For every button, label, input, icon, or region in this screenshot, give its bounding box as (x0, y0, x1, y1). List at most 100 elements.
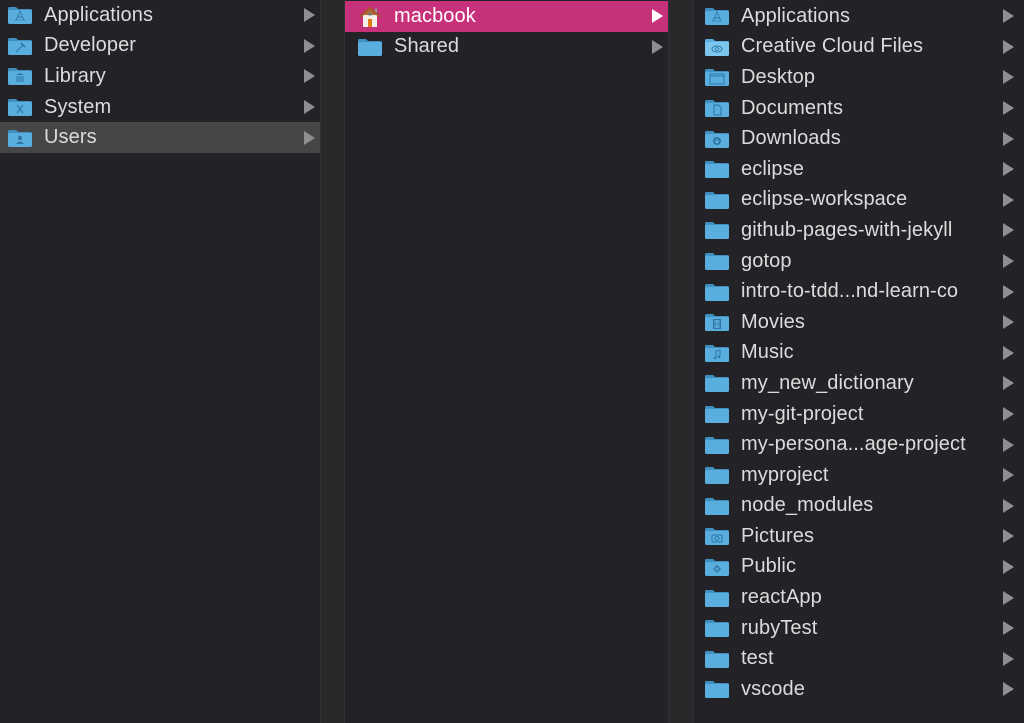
pictures-folder-icon (704, 526, 730, 546)
item-label: my-persona...age-project (741, 433, 966, 456)
column-users-list: macbook Shared (345, 0, 668, 62)
item-label: macbook (394, 4, 476, 27)
item-label: intro-to-tdd...nd-learn-co (741, 280, 959, 303)
item-label: Shared (394, 35, 460, 58)
item-label: my-git-project (741, 402, 864, 425)
disclosure-arrow-icon (304, 130, 315, 145)
item-label: test (741, 647, 774, 670)
item-label: rubyTest (741, 616, 818, 639)
system-folder-icon (7, 97, 33, 117)
item-label: Music (741, 341, 794, 364)
disclosure-arrow-icon (304, 38, 315, 53)
item-label: eclipse-workspace (741, 188, 908, 211)
folder-icon (704, 251, 730, 271)
item-label: vscode (741, 677, 805, 700)
developer-folder-icon (7, 36, 33, 56)
item-label: Pictures (741, 524, 815, 547)
list-item[interactable]: node_modules (694, 491, 1024, 522)
list-item[interactable]: myproject (694, 460, 1024, 491)
list-item[interactable]: Applications (0, 0, 320, 31)
list-item[interactable]: Library (0, 61, 320, 92)
column-macbook[interactable]: Applications Creative Cloud Files Deskto… (694, 0, 1024, 723)
list-item[interactable]: Downloads (694, 123, 1024, 154)
list-item[interactable]: github-pages-with-jekyll (694, 215, 1024, 246)
folder-icon (357, 37, 383, 57)
list-item[interactable]: my-git-project (694, 399, 1024, 430)
library-folder-icon (7, 66, 33, 86)
disclosure-arrow-icon (1003, 101, 1014, 116)
item-label: myproject (741, 463, 829, 486)
column-users[interactable]: macbook Shared (345, 0, 668, 723)
list-item[interactable]: reactApp (694, 582, 1024, 613)
disclosure-arrow-icon (1003, 70, 1014, 85)
list-item[interactable]: Creative Cloud Files (694, 32, 1024, 63)
list-item[interactable]: Documents (694, 93, 1024, 124)
item-label: Developer (44, 34, 137, 57)
music-folder-icon (704, 343, 730, 363)
desktop-folder-icon (704, 67, 730, 87)
column-resize-handle[interactable] (668, 0, 694, 723)
list-item[interactable]: Music (694, 338, 1024, 369)
list-item[interactable]: Applications (694, 1, 1024, 32)
disclosure-arrow-icon (1003, 254, 1014, 269)
item-label: node_modules (741, 494, 874, 517)
list-item[interactable]: Pictures (694, 521, 1024, 552)
column-root[interactable]: Applications Developer Library System Us… (0, 0, 320, 723)
item-label: Public (741, 555, 797, 578)
item-label: Documents (741, 96, 844, 119)
disclosure-arrow-icon (1003, 315, 1014, 330)
list-item[interactable]: Developer (0, 31, 320, 62)
item-label: Downloads (741, 127, 841, 150)
item-label: reactApp (741, 586, 822, 609)
list-item[interactable]: rubyTest (694, 613, 1024, 644)
documents-folder-icon (704, 98, 730, 118)
item-label: Users (44, 126, 97, 149)
list-item[interactable]: macbook (345, 1, 668, 32)
disclosure-arrow-icon (304, 69, 315, 84)
folder-icon (704, 435, 730, 455)
list-item[interactable]: vscode (694, 674, 1024, 705)
list-item[interactable]: Desktop (694, 62, 1024, 93)
item-label: Desktop (741, 65, 816, 88)
list-item[interactable]: Movies (694, 307, 1024, 338)
disclosure-arrow-icon (1003, 407, 1014, 422)
list-item[interactable]: my-persona...age-project (694, 429, 1024, 460)
disclosure-arrow-icon (1003, 621, 1014, 636)
item-label: Creative Cloud Files (741, 35, 924, 58)
disclosure-arrow-icon (1003, 223, 1014, 238)
users-folder-icon (7, 128, 33, 148)
disclosure-arrow-icon (1003, 284, 1014, 299)
list-item[interactable]: eclipse-workspace (694, 185, 1024, 216)
list-item[interactable]: eclipse (694, 154, 1024, 185)
item-label: github-pages-with-jekyll (741, 218, 953, 241)
column-root-list: Applications Developer Library System Us… (0, 0, 320, 153)
disclosure-arrow-icon (304, 8, 315, 23)
creative-cloud-folder-icon (704, 37, 730, 57)
item-label: Applications (741, 4, 851, 27)
item-label: my_new_dictionary (741, 371, 914, 394)
home-icon (357, 6, 383, 28)
downloads-folder-icon (704, 129, 730, 149)
folder-icon (704, 496, 730, 516)
folder-icon (704, 220, 730, 240)
list-item[interactable]: test (694, 643, 1024, 674)
list-item[interactable]: Users (0, 122, 320, 153)
list-item[interactable]: Public (694, 552, 1024, 583)
disclosure-arrow-icon (1003, 345, 1014, 360)
list-item[interactable]: Shared (345, 32, 668, 63)
disclosure-arrow-icon (652, 9, 663, 24)
disclosure-arrow-icon (1003, 468, 1014, 483)
list-item[interactable]: System (0, 92, 320, 123)
applications-folder-icon (7, 5, 33, 25)
disclosure-arrow-icon (1003, 529, 1014, 544)
applications-folder-icon (704, 6, 730, 26)
disclosure-arrow-icon (1003, 192, 1014, 207)
column-resize-handle[interactable] (320, 0, 345, 723)
list-item[interactable]: my_new_dictionary (694, 368, 1024, 399)
folder-icon (704, 159, 730, 179)
disclosure-arrow-icon (1003, 559, 1014, 574)
list-item[interactable]: intro-to-tdd...nd-learn-co (694, 276, 1024, 307)
folder-icon (704, 282, 730, 302)
disclosure-arrow-icon (1003, 131, 1014, 146)
list-item[interactable]: gotop (694, 246, 1024, 277)
